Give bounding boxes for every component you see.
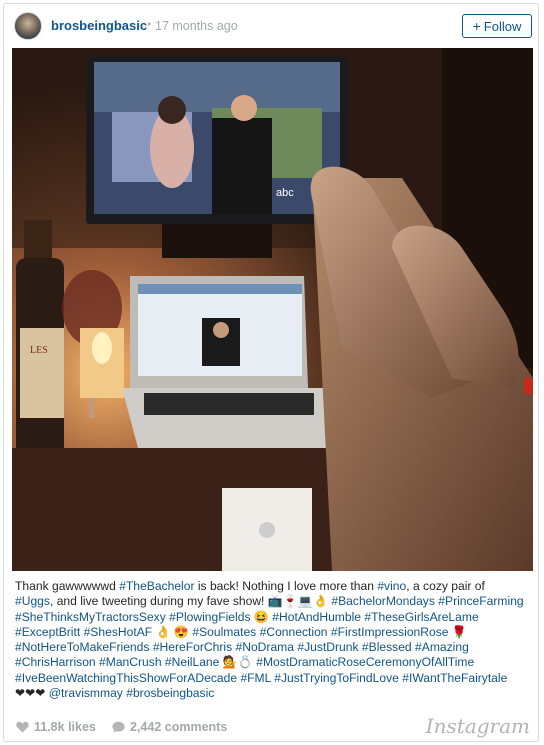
caption-text: , and live tweeting during my fave show!…	[49, 594, 332, 609]
hashtag-link[interactable]: #JustDrunk	[297, 640, 358, 654]
hashtag-link[interactable]: #ExceptBritt	[15, 625, 80, 639]
hashtag-link[interactable]: #Uggs	[15, 594, 50, 608]
svg-text:abc: abc	[276, 187, 294, 199]
mention-link[interactable]: @travismmay	[49, 686, 123, 700]
caption-text: ❤❤❤	[15, 686, 49, 701]
hashtag-link[interactable]: #IWantTheFairytale	[402, 671, 507, 685]
separator-dot: •	[147, 17, 152, 31]
caption-text: is back! Nothing I love more than	[194, 579, 378, 593]
hashtag-link[interactable]: #PrinceFarming	[438, 594, 523, 608]
post-timestamp[interactable]: 17 months ago	[155, 19, 238, 33]
hashtag-link[interactable]: #Blessed	[362, 640, 412, 654]
likes-count[interactable]: 11.8k likes	[16, 720, 96, 734]
hashtag-link[interactable]: #SheThinksMyTractorsSexy	[15, 610, 166, 624]
hashtag-link[interactable]: #Connection	[260, 625, 328, 639]
hashtag-link[interactable]: #TheBachelor	[119, 579, 194, 593]
caption-line: #IveBeenWatchingThisShowForADecade #FML …	[15, 671, 530, 686]
comments-label: 2,442 comments	[130, 720, 228, 734]
hashtag-link[interactable]: #HereForChris	[153, 640, 232, 654]
likes-label: 11.8k likes	[34, 720, 96, 734]
hashtag-link[interactable]: #BachelorMondays	[331, 594, 435, 608]
svg-text:LES: LES	[30, 345, 48, 356]
caption-line: #ChrisHarrison #ManCrush #NeilLane 💁💍 #M…	[15, 655, 530, 670]
username-link[interactable]: brosbeingbasic	[51, 18, 147, 33]
caption-text: 😆	[250, 609, 273, 624]
caption-line: #SheThinksMyTractorsSexy #PlowingFields …	[15, 610, 530, 625]
hashtag-link[interactable]: #MostDramaticRoseCeremonyOfAllTime	[256, 655, 474, 669]
follow-button[interactable]: + Follow	[462, 14, 532, 38]
post-footer: 11.8k likes 2,442 comments Instagram	[4, 710, 538, 741]
plus-icon: +	[472, 18, 481, 34]
hashtag-link[interactable]: #JustTryingToFindLove	[274, 671, 399, 685]
caption-text: 💁💍	[219, 655, 257, 670]
hashtag-link[interactable]: #Soulmates	[192, 625, 256, 639]
post-caption: Thank gawwwwwd #TheBachelor is back! Not…	[15, 579, 530, 701]
post-header: brosbeingbasic • 17 months ago + Follow	[4, 4, 538, 48]
caption-line: #ExceptBritt #ShesHotAF 👌 😍 #Soulmates #…	[15, 625, 530, 640]
hashtag-link[interactable]: #ChrisHarrison	[15, 655, 96, 669]
photo-illustration: abc LES	[12, 48, 533, 571]
caption-line: ❤❤❤ @travismmay #brosbeingbasic	[15, 686, 530, 701]
heart-icon	[16, 721, 29, 733]
post-photo[interactable]: abc LES	[12, 48, 533, 571]
hashtag-link[interactable]: #NoDrama	[236, 640, 294, 654]
caption-text: 🌹	[448, 624, 467, 639]
hashtag-link[interactable]: #Amazing	[415, 640, 469, 654]
caption-text: , a cozy pair of	[406, 579, 485, 593]
comments-count[interactable]: 2,442 comments	[112, 720, 227, 734]
hashtag-link[interactable]: #NeilLane	[165, 655, 219, 669]
hashtag-link[interactable]: #PlowingFields	[169, 610, 250, 624]
caption-text: Thank gawwwwwd	[15, 579, 120, 593]
instagram-logo[interactable]: Instagram	[426, 714, 530, 738]
caption-text: 👌 😍	[152, 624, 193, 639]
caption-line: Thank gawwwwwd #TheBachelor is back! Not…	[15, 579, 530, 594]
hashtag-link[interactable]: #IveBeenWatchingThisShowForADecade	[15, 671, 237, 685]
hashtag-link[interactable]: #ShesHotAF	[84, 625, 153, 639]
hashtag-link[interactable]: #FirstImpressionRose	[331, 625, 449, 639]
caption-line: #NotHereToMakeFriends #HereForChris #NoD…	[15, 640, 530, 655]
comment-icon	[112, 721, 125, 733]
instagram-post-card: brosbeingbasic • 17 months ago + Follow	[3, 3, 539, 742]
hashtag-link[interactable]: #ManCrush	[99, 655, 162, 669]
hashtag-link[interactable]: #FML	[240, 671, 270, 685]
hashtag-link[interactable]: #brosbeingbasic	[126, 686, 214, 700]
hashtag-link[interactable]: #vino	[377, 579, 406, 593]
caption-line: #Uggs, and live tweeting during my fave …	[15, 594, 530, 609]
hashtag-link[interactable]: #TheseGirlsAreLame	[364, 610, 478, 624]
hashtag-link[interactable]: #NotHereToMakeFriends	[15, 640, 149, 654]
avatar[interactable]	[14, 12, 42, 40]
hashtag-link[interactable]: #HotAndHumble	[272, 610, 361, 624]
follow-label: Follow	[483, 18, 522, 34]
